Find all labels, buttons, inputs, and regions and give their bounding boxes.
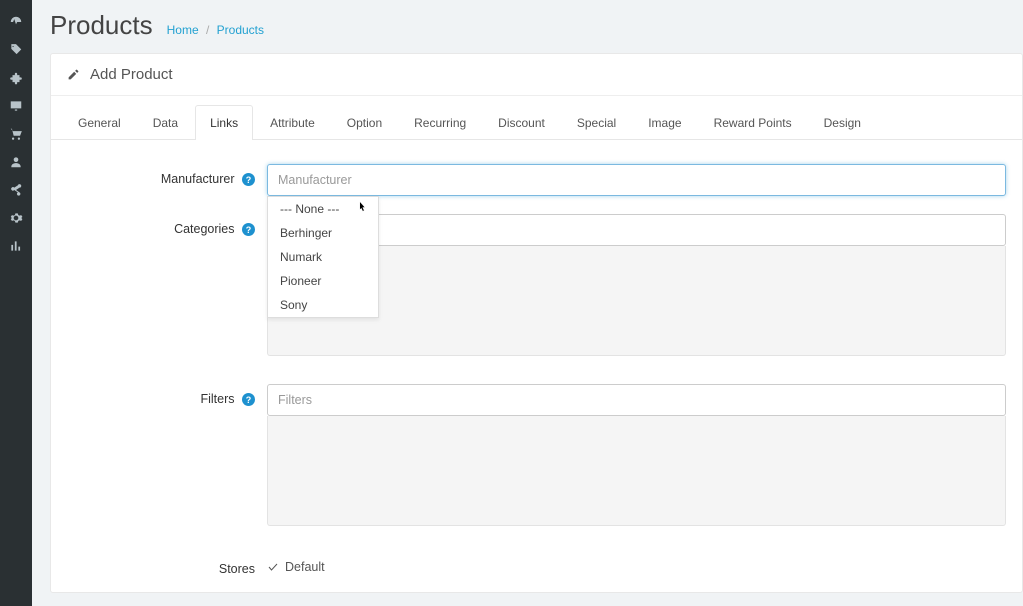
tab-attribute[interactable]: Attribute — [255, 105, 330, 140]
filters-input[interactable] — [267, 384, 1006, 416]
dropdown-option-sony[interactable]: Sony — [268, 293, 378, 317]
row-categories: Categories ? — [67, 214, 1006, 356]
tab-design[interactable]: Design — [809, 105, 876, 140]
sidebar-item-catalog[interactable] — [0, 36, 32, 64]
tab-option[interactable]: Option — [332, 105, 397, 140]
store-default[interactable]: Default — [267, 554, 1006, 574]
sidebar-item-design[interactable] — [0, 92, 32, 120]
breadcrumb: Home / Products — [167, 23, 264, 37]
tab-reward-points[interactable]: Reward Points — [699, 105, 807, 140]
main-content: Products Home / Products Add Product Gen… — [32, 0, 1023, 606]
panel-heading-text: Add Product — [90, 66, 173, 83]
pencil-icon — [67, 68, 80, 81]
dropdown-option-none[interactable]: --- None --- — [268, 197, 378, 221]
cart-icon — [9, 127, 23, 141]
sidebar-item-sales[interactable] — [0, 120, 32, 148]
monitor-icon — [9, 99, 23, 113]
manufacturer-input[interactable] — [267, 164, 1006, 196]
manufacturer-dropdown: --- None --- Berhinger Numark Pioneer So… — [267, 196, 379, 318]
label-filters: Filters ? — [67, 384, 267, 406]
label-stores: Stores — [67, 554, 267, 576]
panel-heading: Add Product — [51, 54, 1022, 96]
tab-links[interactable]: Links — [195, 105, 253, 140]
check-icon — [267, 561, 279, 573]
panel: Add Product General Data Links Attribute… — [50, 53, 1023, 593]
tab-image[interactable]: Image — [633, 105, 696, 140]
dropdown-option-numark[interactable]: Numark — [268, 245, 378, 269]
row-filters: Filters ? — [67, 384, 1006, 526]
tab-data[interactable]: Data — [138, 105, 193, 140]
breadcrumb-products[interactable]: Products — [217, 23, 264, 37]
share-icon — [9, 183, 23, 197]
sidebar-item-marketing[interactable] — [0, 176, 32, 204]
gear-icon — [9, 211, 23, 225]
row-manufacturer: Manufacturer ? --- None --- Berhinger Nu… — [67, 164, 1006, 196]
breadcrumb-separator: / — [206, 23, 209, 37]
dropdown-option-berhinger[interactable]: Berhinger — [268, 221, 378, 245]
chart-icon — [9, 239, 23, 253]
sidebar-item-reports[interactable] — [0, 232, 32, 260]
tag-icon — [9, 43, 23, 57]
label-manufacturer: Manufacturer ? — [67, 164, 267, 186]
sidebar-item-system[interactable] — [0, 204, 32, 232]
help-icon[interactable]: ? — [242, 223, 255, 236]
page-title: Products — [50, 10, 153, 41]
dashboard-icon — [9, 15, 23, 29]
breadcrumb-home[interactable]: Home — [167, 23, 199, 37]
label-categories: Categories ? — [67, 214, 267, 236]
store-default-label: Default — [285, 560, 325, 574]
dropdown-option-pioneer[interactable]: Pioneer — [268, 269, 378, 293]
puzzle-icon — [9, 71, 23, 85]
page-header: Products Home / Products — [50, 0, 1023, 49]
form-area: Manufacturer ? --- None --- Berhinger Nu… — [51, 140, 1022, 592]
sidebar-item-customers[interactable] — [0, 148, 32, 176]
help-icon[interactable]: ? — [242, 173, 255, 186]
row-stores: Stores Default — [67, 554, 1006, 576]
tabs: General Data Links Attribute Option Recu… — [51, 96, 1022, 140]
tab-special[interactable]: Special — [562, 105, 631, 140]
sidebar-item-extensions[interactable] — [0, 64, 32, 92]
tab-general[interactable]: General — [63, 105, 136, 140]
filters-well[interactable] — [267, 416, 1006, 526]
sidebar-item-dashboard[interactable] — [0, 8, 32, 36]
sidebar — [0, 0, 32, 606]
tab-discount[interactable]: Discount — [483, 105, 560, 140]
tab-recurring[interactable]: Recurring — [399, 105, 481, 140]
user-icon — [9, 155, 23, 169]
help-icon[interactable]: ? — [242, 393, 255, 406]
